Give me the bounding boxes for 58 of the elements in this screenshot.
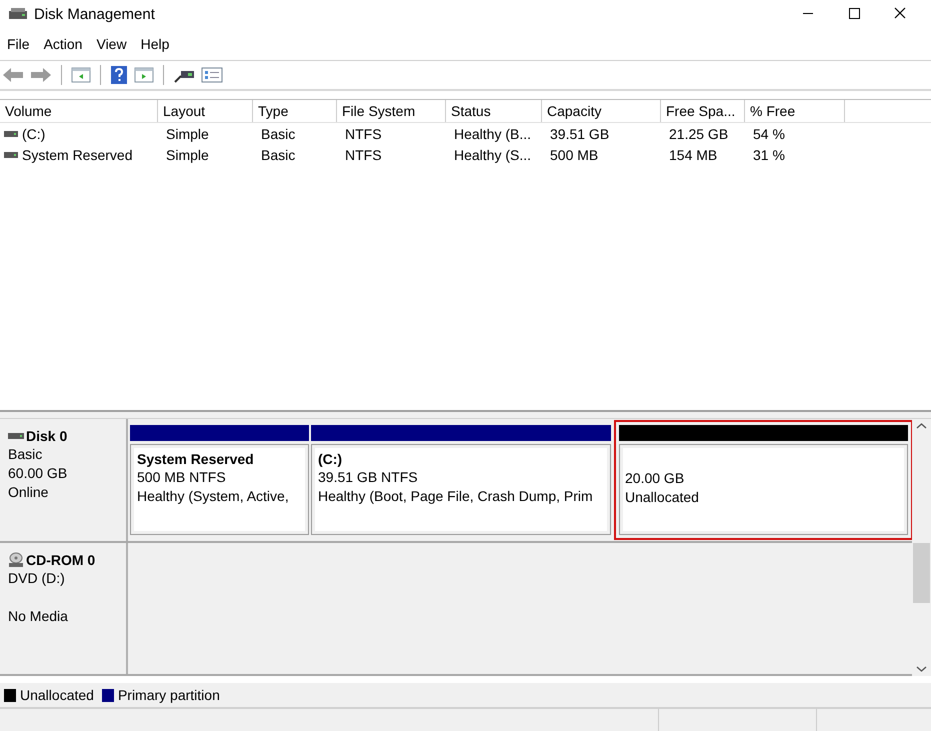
scrollbar-thumb[interactable]: [913, 542, 930, 602]
action-pane-icon[interactable]: [134, 66, 154, 84]
disk-info: No Media: [8, 607, 69, 626]
table-cell-text: 21.25 GB: [668, 126, 730, 142]
disk-info: 60.00 GB: [8, 464, 68, 483]
disk-name: CD-ROM 0: [26, 552, 96, 568]
column-header[interactable]: Capacity: [542, 100, 661, 122]
partition-info: 500 MB NTFS: [137, 468, 227, 487]
disk-info: DVD (D:): [8, 569, 66, 588]
window-title: Disk Management: [34, 6, 156, 22]
disk-name: Disk 0: [26, 428, 68, 444]
table-cell: (C:): [22, 126, 46, 142]
menu-item[interactable]: Action: [36, 36, 90, 52]
partition-name: System Reserved: [137, 450, 255, 468]
legend-label: Unallocated: [20, 687, 94, 703]
properties-icon[interactable]: [201, 66, 223, 84]
show-hide-pane-icon[interactable]: [71, 66, 91, 84]
disk-info: Basic: [8, 445, 44, 464]
table-cell-text: NTFS: [344, 146, 383, 162]
table-cell-text: 39.51 GB: [549, 126, 610, 142]
disk-info: Online: [8, 483, 50, 502]
column-header[interactable]: Volume: [0, 100, 158, 122]
table-cell-text: Simple: [165, 126, 210, 142]
table-cell-text: Simple: [165, 146, 210, 162]
table-cell-text: 500 MB: [549, 146, 600, 162]
table-cell-text: Basic: [260, 126, 296, 142]
column-header[interactable]: Free Spa...: [661, 100, 745, 122]
drive-icon: [4, 150, 18, 158]
partition-info: 20.00 GB: [625, 469, 686, 488]
table-cell-text: NTFS: [344, 126, 383, 142]
forward-arrow-icon[interactable]: [30, 66, 52, 84]
menu-item[interactable]: Help: [134, 36, 176, 52]
drive-icon: [4, 130, 18, 138]
legend-label: Primary partition: [118, 687, 220, 703]
column-header[interactable]: File System: [337, 100, 446, 122]
column-header[interactable]: Layout: [158, 100, 253, 122]
table-cell-text: Basic: [260, 146, 296, 162]
partition-info: Healthy (System, Active,: [137, 487, 290, 506]
table-cell-text: 31 %: [752, 146, 786, 162]
table-cell-text: 154 MB: [668, 146, 718, 162]
optical-disc-icon: [8, 552, 24, 568]
drive-icon: [8, 432, 24, 440]
help-icon[interactable]: [110, 65, 128, 85]
column-header[interactable]: % Free: [745, 100, 845, 122]
partition-info: Unallocated: [625, 488, 700, 507]
partition-name: (C:): [318, 450, 344, 468]
table-cell-text: Healthy (S...: [453, 146, 532, 162]
back-arrow-icon[interactable]: [2, 66, 24, 84]
column-header[interactable]: Status: [446, 100, 542, 122]
column-header[interactable]: Type: [253, 100, 337, 122]
disk-drive-icon: [8, 7, 28, 21]
partition-info: Healthy (Boot, Page File, Crash Dump, Prim: [318, 487, 594, 506]
menu-item[interactable]: View: [89, 36, 134, 52]
table-cell-text: Healthy (B...: [453, 126, 532, 142]
menu-item[interactable]: File: [0, 36, 37, 52]
table-cell-text: 54 %: [752, 126, 786, 142]
table-cell: System Reserved: [22, 146, 132, 162]
partition-info: 39.51 GB NTFS: [318, 468, 419, 487]
